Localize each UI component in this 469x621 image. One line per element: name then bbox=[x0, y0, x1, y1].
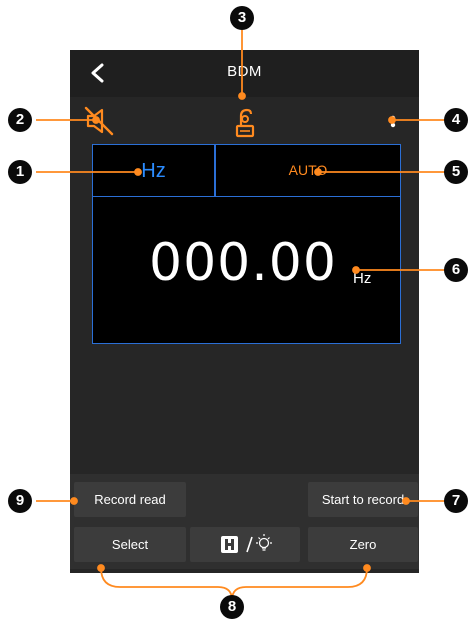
callout-4: 4 bbox=[444, 108, 468, 132]
reading-value: 000.00 bbox=[149, 233, 337, 293]
unit-box[interactable]: Hz bbox=[92, 144, 215, 197]
slash-divider bbox=[246, 536, 253, 553]
record-read-button[interactable]: Record read bbox=[74, 482, 186, 517]
callout-9: 9 bbox=[8, 489, 32, 513]
callout-1: 1 bbox=[8, 160, 32, 184]
callout-3: 3 bbox=[230, 6, 254, 30]
range-box[interactable]: AUTO bbox=[215, 144, 401, 197]
probe-icon[interactable] bbox=[229, 102, 259, 140]
phone-screen: BDM Hz AUTO 000.00 Hz Record read Start … bbox=[70, 50, 419, 573]
reading-unit: Hz bbox=[353, 270, 372, 287]
callout-5: 5 bbox=[444, 160, 468, 184]
unit-label: Hz bbox=[141, 160, 166, 182]
select-button[interactable]: Select bbox=[74, 527, 186, 562]
top-bar: BDM bbox=[70, 50, 419, 97]
zero-button[interactable]: Zero bbox=[308, 527, 418, 562]
range-label: AUTO bbox=[288, 162, 328, 178]
page-title: BDM bbox=[227, 63, 262, 80]
hold-icon bbox=[221, 536, 238, 553]
reading-display: 000.00 Hz bbox=[92, 196, 401, 344]
callout-6: 6 bbox=[444, 258, 468, 282]
button-strip: Record read Start to record Select Zero bbox=[70, 474, 419, 569]
hold-light-button[interactable] bbox=[190, 527, 300, 562]
start-record-button[interactable]: Start to record bbox=[308, 482, 418, 517]
hold-light-icons bbox=[221, 534, 272, 553]
callout-2: 2 bbox=[8, 108, 32, 132]
lightbulb-icon bbox=[256, 534, 272, 551]
more-vertical-icon[interactable] bbox=[383, 102, 403, 140]
callout-7: 7 bbox=[444, 489, 468, 513]
callout-8: 8 bbox=[220, 595, 244, 619]
speaker-muted-icon[interactable] bbox=[82, 102, 118, 140]
